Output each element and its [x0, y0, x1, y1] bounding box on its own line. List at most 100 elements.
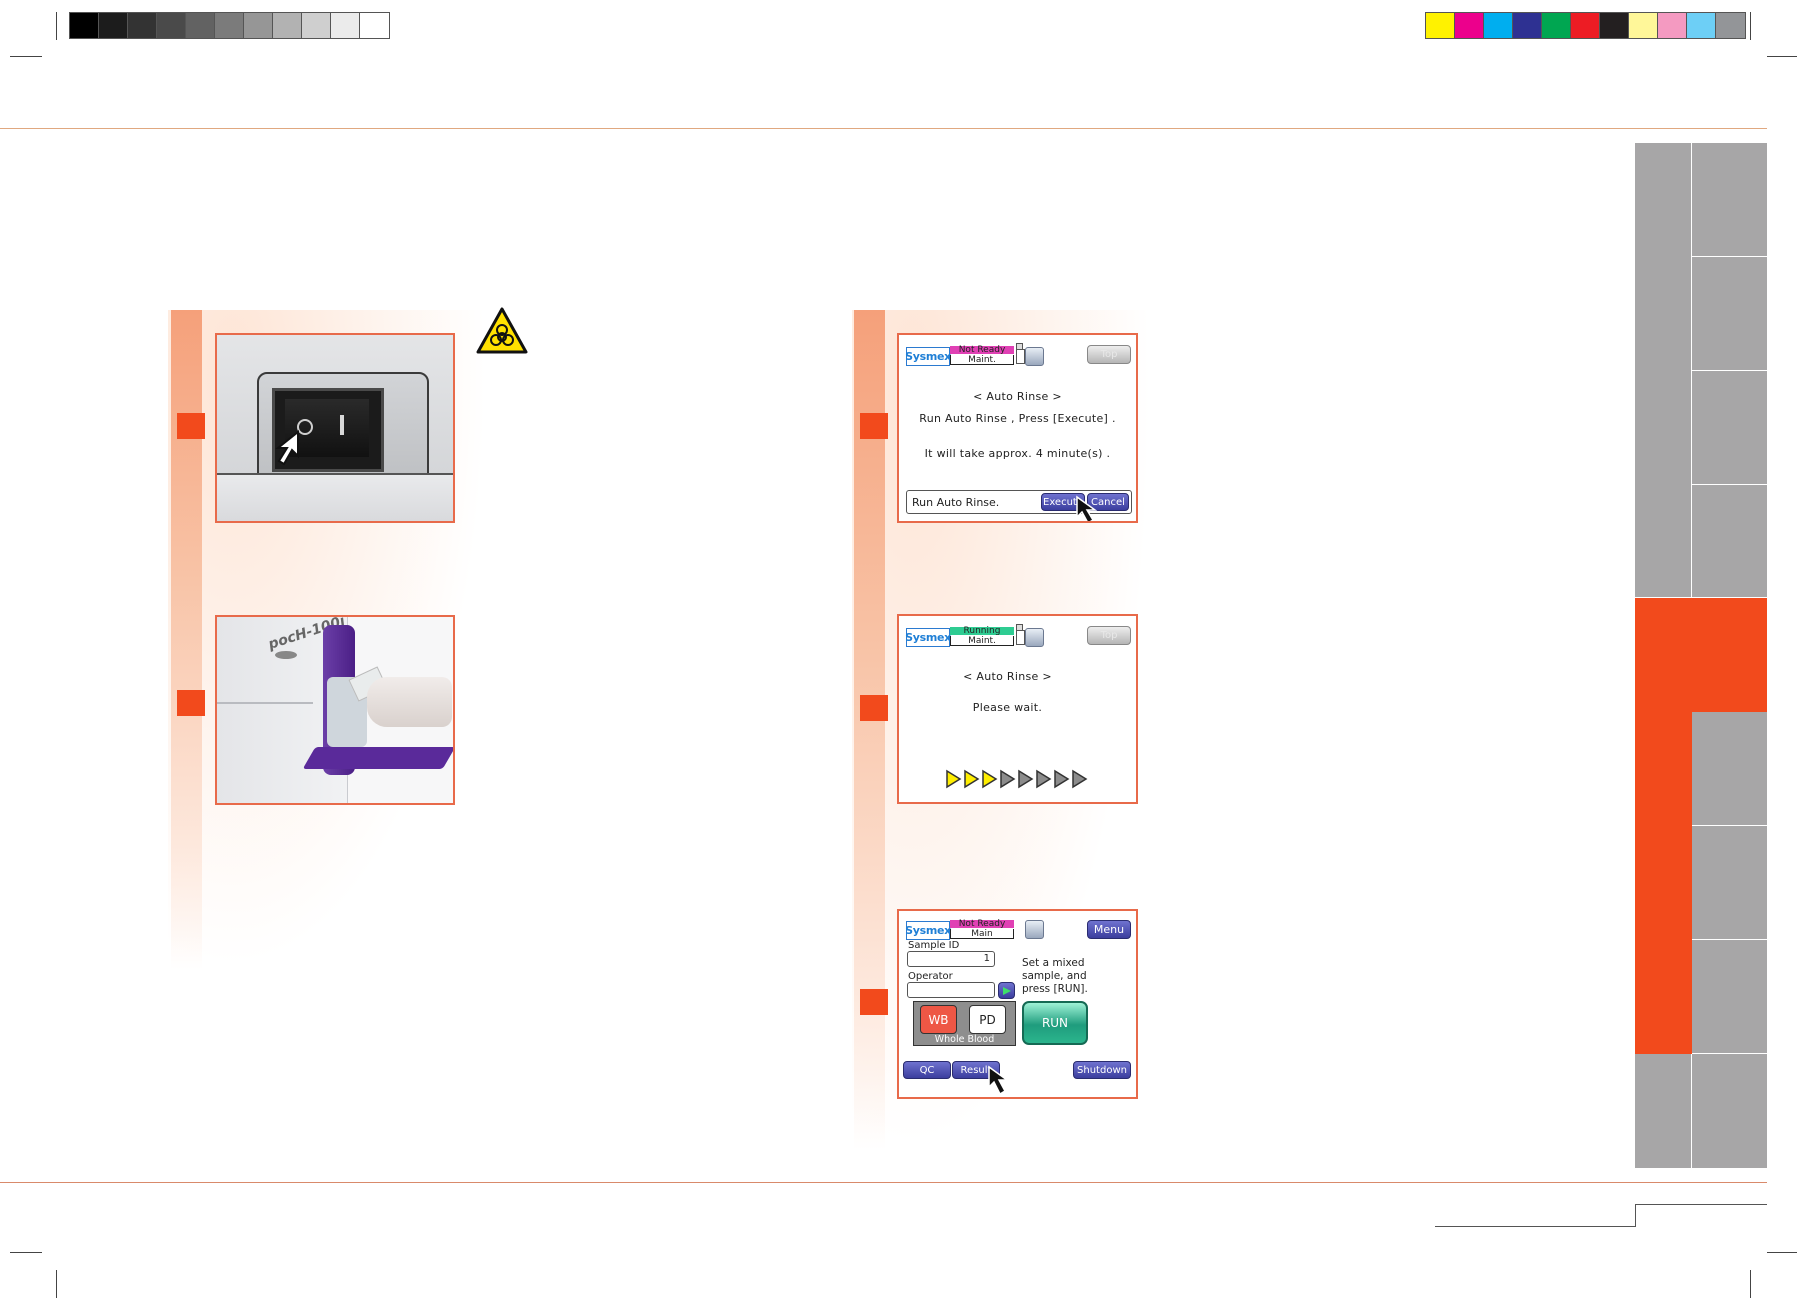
grayscale-swatch — [70, 13, 99, 38]
sysmex-logo: Sysmex — [905, 921, 951, 940]
crop-mark — [56, 1270, 57, 1298]
index-tab[interactable] — [1692, 257, 1767, 371]
grayscale-swatch — [99, 13, 128, 38]
progress-indicator — [945, 769, 1095, 789]
color-swatch — [1716, 13, 1745, 38]
grayscale-swatch — [128, 13, 157, 38]
progress-step-done — [982, 769, 998, 789]
printer-icon[interactable] — [1025, 920, 1044, 939]
message-text: Run Auto Rinse. — [912, 496, 1000, 509]
color-swatch — [1455, 13, 1484, 38]
page-number-box — [1635, 1204, 1767, 1205]
cursor-icon — [988, 1065, 1010, 1096]
operator-next-button[interactable] — [998, 982, 1015, 999]
footer-rule — [0, 1182, 1767, 1183]
color-swatch — [1484, 13, 1513, 38]
step-band-left — [171, 310, 202, 970]
index-tab-active[interactable] — [1635, 712, 1692, 1054]
color-swatch — [1629, 13, 1658, 38]
status-badge: Running — [950, 627, 1014, 636]
color-swatch — [1658, 13, 1687, 38]
grayscale-calibration-strip — [69, 12, 390, 39]
wb-button[interactable]: WB — [920, 1005, 957, 1034]
step-marker — [860, 695, 888, 721]
progress-step-pending — [1072, 769, 1088, 789]
mode-label: Maint. — [950, 355, 1014, 365]
status-badge: Not Ready — [950, 346, 1014, 355]
top-button[interactable]: Top — [1087, 345, 1131, 364]
grayscale-swatch — [331, 13, 360, 38]
progress-step-pending — [1036, 769, 1052, 789]
progress-step-done — [946, 769, 962, 789]
operator-field[interactable] — [907, 982, 995, 998]
header-rule — [0, 128, 1767, 129]
index-tab-active[interactable] — [1635, 598, 1767, 712]
sample-id-label: Sample ID — [908, 940, 960, 951]
power-switch-photo — [215, 333, 455, 523]
progress-step-pending — [1018, 769, 1034, 789]
crop-mark — [10, 1252, 42, 1253]
run-button[interactable]: RUN — [1022, 1001, 1088, 1045]
grayscale-swatch — [273, 13, 302, 38]
grayscale-swatch — [157, 13, 186, 38]
printer-icon[interactable] — [1025, 628, 1044, 647]
index-tab[interactable] — [1692, 485, 1767, 598]
index-tab[interactable] — [1692, 1054, 1767, 1168]
crop-mark — [56, 12, 57, 40]
index-tab[interactable] — [1692, 940, 1767, 1054]
analyzer-cleaning-photo: pocH-100i — [215, 615, 455, 805]
page-number-box — [1435, 1226, 1635, 1227]
index-tab[interactable] — [1635, 1054, 1692, 1168]
cursor-icon — [1076, 495, 1098, 521]
printer-icon[interactable] — [1025, 347, 1044, 366]
progress-step-done — [964, 769, 980, 789]
index-tab[interactable] — [1692, 371, 1767, 485]
qc-button[interactable]: QC — [903, 1061, 951, 1079]
indicator-icon — [1016, 630, 1025, 645]
color-calibration-strip — [1425, 12, 1746, 39]
crop-mark — [1767, 1252, 1797, 1253]
instruction-text: Run Auto Rinse , Press [Execute] . — [919, 412, 1116, 425]
index-tab[interactable] — [1692, 826, 1767, 940]
crop-mark — [1767, 56, 1797, 57]
color-swatch — [1687, 13, 1716, 38]
index-tab[interactable] — [1692, 712, 1767, 826]
mode-label: Maint. — [950, 636, 1014, 646]
grayscale-swatch — [360, 13, 389, 38]
pd-button[interactable]: PD — [969, 1005, 1006, 1034]
step-marker — [860, 989, 888, 1015]
color-swatch — [1571, 13, 1600, 38]
main-run-screen: Sysmex Not Ready Main Menu Sample ID 1 O… — [897, 909, 1138, 1099]
step-marker — [177, 413, 205, 439]
crop-mark — [1750, 1270, 1751, 1298]
step-marker — [177, 690, 205, 716]
screen-title: < Auto Rinse > — [963, 670, 1052, 683]
index-tab[interactable] — [1635, 143, 1692, 598]
grayscale-swatch — [302, 13, 331, 38]
sysmex-logo: Sysmex — [905, 628, 951, 647]
sample-id-field[interactable]: 1 — [907, 951, 995, 967]
color-swatch — [1600, 13, 1629, 38]
progress-step-pending — [1054, 769, 1070, 789]
indicator-icon — [1016, 349, 1025, 364]
sysmex-logo: Sysmex — [905, 347, 951, 366]
color-swatch — [1513, 13, 1542, 38]
play-icon — [1002, 986, 1011, 995]
menu-button[interactable]: Menu — [1087, 920, 1131, 939]
instruction-line: Set a mixed — [1022, 957, 1085, 969]
color-swatch — [1426, 13, 1455, 38]
instruction-line: sample, and — [1022, 970, 1087, 982]
shutdown-button[interactable]: Shutdown — [1073, 1061, 1131, 1079]
auto-rinse-confirm-screen: Sysmex Not Ready Maint. Top < Auto Rinse… — [897, 333, 1138, 523]
biohazard-icon — [476, 307, 528, 354]
sample-mode-panel: WB PD Whole Blood — [913, 1001, 1016, 1046]
top-button[interactable]: Top — [1087, 626, 1131, 645]
sample-mode-label: Whole Blood — [934, 1034, 995, 1045]
index-tab[interactable] — [1692, 143, 1767, 257]
mode-label: Main — [950, 929, 1014, 939]
auto-rinse-running-screen: Sysmex Running Maint. Top < Auto Rinse >… — [897, 614, 1138, 804]
cursor-icon — [275, 430, 299, 466]
status-badge: Not Ready — [950, 920, 1014, 929]
crop-mark — [10, 56, 42, 57]
screen-title: < Auto Rinse > — [973, 390, 1062, 403]
